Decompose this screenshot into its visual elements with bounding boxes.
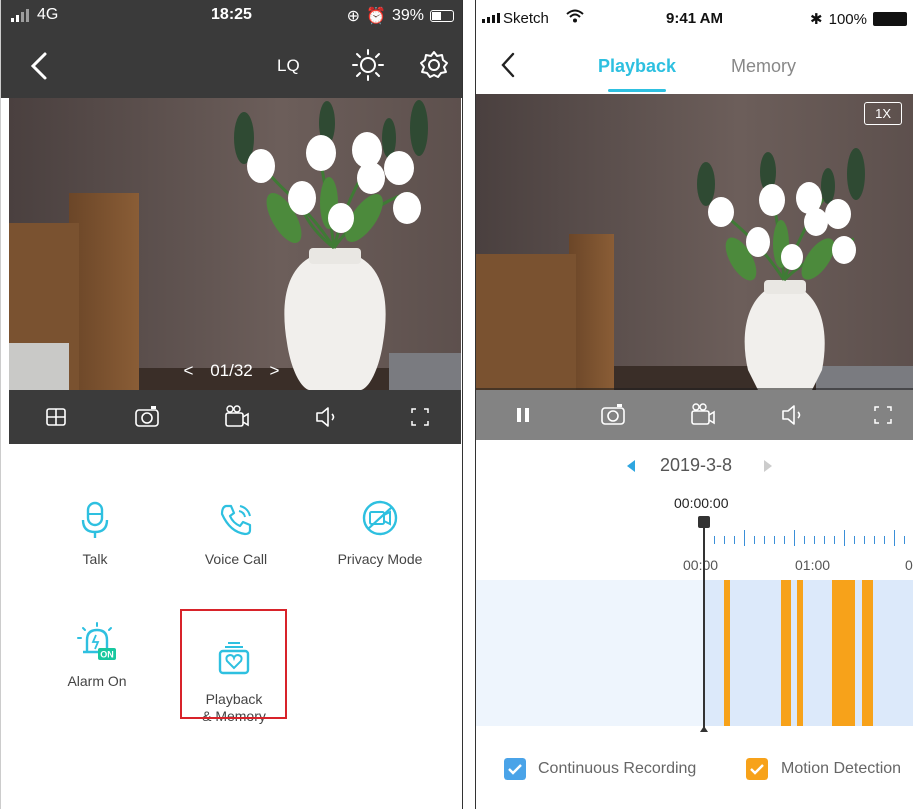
video-record-icon[interactable] [688, 400, 718, 430]
ruler-tick [784, 536, 785, 544]
battery-percent: 100% [828, 10, 867, 28]
timeline-label: 0 [905, 557, 913, 573]
alarm-button[interactable]: ON Alarm On [47, 622, 147, 689]
video-frame-image [476, 94, 913, 390]
battery-icon [430, 10, 454, 22]
ruler-tick [884, 536, 885, 544]
date-selector: 2019-3-8 [476, 440, 913, 490]
battery-icon [873, 12, 907, 26]
camera-pager: < 01/32 > [1, 361, 462, 381]
ruler-tick [814, 536, 815, 544]
timeline-label: 00:00 [683, 557, 719, 573]
ruler-tick [844, 530, 845, 546]
privacy-mode-label: Privacy Mode [337, 551, 423, 567]
ruler-tick [804, 536, 805, 544]
pause-icon[interactable] [508, 400, 538, 430]
microphone-icon [81, 501, 109, 538]
voice-call-label: Voice Call [204, 551, 268, 567]
battery-percent: 39% [391, 7, 424, 24]
tab-playback[interactable]: Playback [598, 56, 676, 77]
timeline-cursor-tail [700, 726, 708, 732]
ruler-tick [794, 530, 795, 546]
live-video-feed[interactable] [9, 98, 461, 390]
privacy-mode-button[interactable]: Privacy Mode [321, 500, 439, 567]
playback-video[interactable]: 1X [476, 94, 913, 390]
video-frame-image [9, 98, 461, 390]
ruler-tick [724, 536, 725, 544]
ruler-tick [744, 530, 745, 546]
playback-screen: Sketch 9:41 AM ✱ 100% Playback Memory 1X… [475, 0, 913, 809]
ruler-tick [754, 536, 755, 544]
motion-detection-segment[interactable] [862, 580, 873, 726]
speaker-icon[interactable] [778, 400, 808, 430]
highlight-box [180, 609, 287, 719]
ruler-tick [894, 530, 895, 546]
ruler-tick [824, 536, 825, 544]
motion-detection-segment[interactable] [781, 580, 791, 726]
alarm-on-badge: ON [100, 650, 114, 660]
motion-detection-label: Motion Detection [781, 760, 902, 777]
recording-timeline[interactable]: 00:00:00 00:00 01:00 0 [476, 490, 913, 732]
status-bar: 4G 18:25 ⊕ ⏰ 39% [1, 0, 462, 34]
playback-control-bar [476, 388, 913, 440]
top-nav: LQ [1, 34, 462, 98]
pager-count: 01/32 [210, 361, 253, 380]
pager-next[interactable]: > [270, 361, 280, 380]
timeline-current-time: 00:00:00 [674, 495, 729, 511]
video-control-bar [9, 390, 461, 444]
fullscreen-icon[interactable] [868, 400, 898, 430]
quality-toggle[interactable]: LQ [277, 56, 300, 76]
speaker-icon[interactable] [312, 402, 342, 432]
ruler-tick [854, 536, 855, 544]
alarm-label: Alarm On [67, 673, 127, 689]
active-tab-indicator [608, 89, 666, 92]
settings-gear-icon[interactable] [417, 48, 451, 82]
prev-date-arrow-icon[interactable] [627, 460, 635, 472]
bluetooth-icon: ✱ [810, 11, 823, 28]
ruler-tick [774, 536, 775, 544]
timeline-label: 01:00 [795, 557, 831, 573]
talk-label: Talk [82, 551, 108, 567]
back-arrow-icon[interactable] [25, 48, 55, 84]
grid-icon[interactable] [41, 402, 71, 432]
alarm-clock-icon: ⏰ [366, 8, 386, 25]
fullscreen-icon[interactable] [405, 402, 435, 432]
camera-live-screen: 4G 18:25 ⊕ ⏰ 39% LQ < 01/32 > Talk Voice… [0, 0, 463, 809]
ruler-tick [874, 536, 875, 544]
ruler-tick [764, 536, 765, 544]
motion-detection-segment[interactable] [724, 580, 730, 726]
continuous-recording-segment[interactable] [704, 580, 913, 726]
ruler-tick [904, 536, 905, 544]
timeline-cursor[interactable] [703, 518, 705, 728]
camera-icon[interactable] [598, 400, 628, 430]
continuous-recording-label: Continuous Recording [538, 760, 697, 777]
alarm-icon: ON [77, 622, 116, 660]
video-record-icon[interactable] [222, 402, 252, 432]
brightness-icon[interactable] [351, 48, 385, 82]
camera-icon[interactable] [132, 402, 162, 432]
recording-legend: Continuous Recording Motion Detection [476, 752, 913, 792]
status-bar: Sketch 9:41 AM ✱ 100% [476, 0, 913, 38]
back-arrow-icon[interactable] [496, 48, 520, 82]
zoom-level-badge[interactable]: 1X [864, 102, 902, 125]
talk-button[interactable]: Talk [45, 500, 145, 567]
top-nav: Playback Memory [476, 38, 913, 94]
continuous-checkbox-icon[interactable] [504, 758, 526, 780]
phone-call-icon [220, 504, 252, 536]
timeline-cursor-handle[interactable] [698, 516, 710, 528]
motion-checkbox-icon[interactable] [746, 758, 768, 780]
rotation-lock-icon: ⊕ [346, 8, 361, 25]
ruler-tick [834, 536, 835, 544]
motion-detection-segment[interactable] [832, 580, 855, 726]
ruler-tick [734, 536, 735, 544]
pager-prev[interactable]: < [184, 361, 194, 380]
ruler-tick [864, 536, 865, 544]
next-date-arrow-icon[interactable] [764, 460, 772, 472]
selected-date[interactable]: 2019-3-8 [660, 455, 732, 476]
ruler-tick [714, 536, 715, 544]
tab-memory[interactable]: Memory [731, 56, 796, 77]
privacy-mode-icon [362, 500, 398, 536]
motion-detection-segment[interactable] [797, 580, 803, 726]
voice-call-button[interactable]: Voice Call [186, 500, 286, 567]
